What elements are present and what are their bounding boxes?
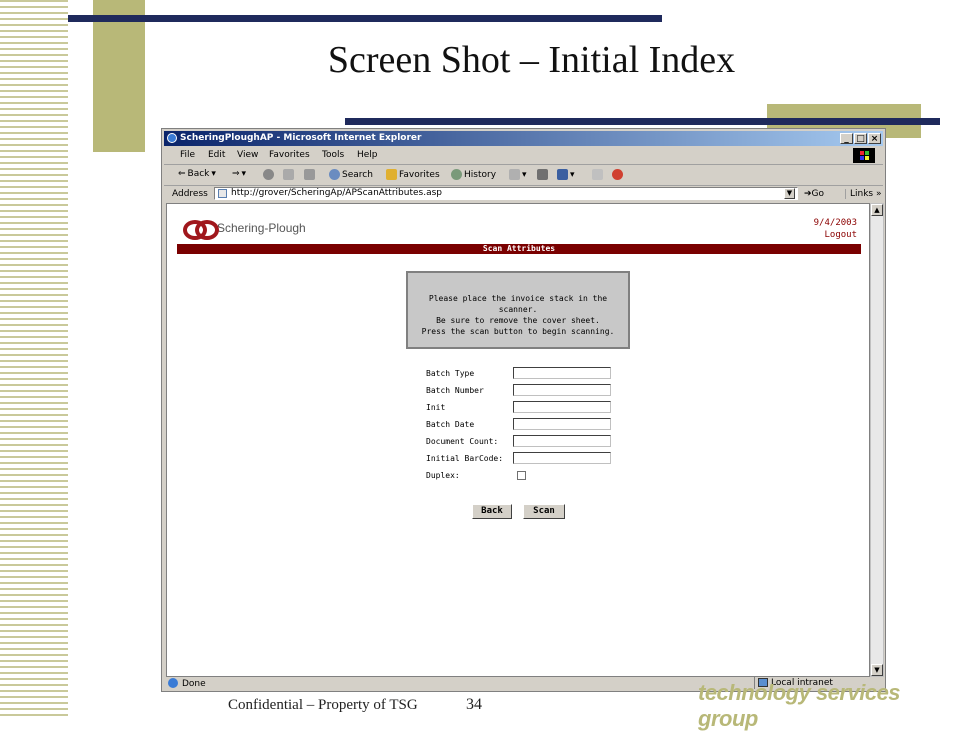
minimize-button[interactable]: _ <box>840 133 853 144</box>
section-header: Scan Attributes <box>177 244 861 254</box>
print-button[interactable] <box>537 169 548 180</box>
print-icon <box>537 169 548 180</box>
chevron-down-icon: ▾ <box>211 169 216 179</box>
home-icon <box>304 169 315 180</box>
messenger-icon <box>612 169 623 180</box>
chevron-down-icon: ▾ <box>522 169 527 180</box>
duplex-label: Duplex: <box>426 471 460 480</box>
batch-number-input[interactable] <box>513 384 611 396</box>
menu-edit[interactable]: Edit <box>208 150 225 160</box>
footer-confidential: Confidential – Property of TSG <box>228 697 418 713</box>
search-button[interactable]: Search <box>329 169 373 180</box>
links-button[interactable]: Links » <box>845 189 882 199</box>
back-button[interactable]: ⇐ Back ▾ <box>178 169 216 179</box>
go-arrow-icon: ➔ <box>804 189 812 199</box>
mail-icon <box>509 169 520 180</box>
favorites-button[interactable]: Favorites <box>386 169 440 180</box>
window-title: ScheringPloughAP - Microsoft Internet Ex… <box>180 133 422 143</box>
windows-flag-icon: ​​ ​​ <box>853 148 875 163</box>
back-arrow-icon: ⇐ <box>178 169 186 179</box>
chevron-right-icon: » <box>876 189 882 199</box>
slide-navy-bar <box>68 15 662 22</box>
current-date: 9/4/2003 <box>813 218 857 228</box>
chevron-down-icon: ▾ <box>570 169 575 180</box>
history-icon <box>451 169 462 180</box>
address-dropdown[interactable]: ▼ <box>784 188 795 199</box>
menu-tools[interactable]: Tools <box>322 150 344 160</box>
go-button[interactable]: ➔Go <box>804 189 824 199</box>
chevron-down-icon: ▾ <box>241 169 247 179</box>
status-text: Done <box>182 679 206 689</box>
init-label: Init <box>426 403 446 412</box>
slide-title: Screen Shot – Initial Index <box>327 39 736 81</box>
tsg-brand-logo: technology services group <box>698 680 901 731</box>
batch-type-input[interactable] <box>513 367 611 379</box>
batch-date-input[interactable] <box>513 418 611 430</box>
logo-text: Schering-Plough <box>217 221 306 235</box>
messenger-button[interactable] <box>612 169 623 180</box>
logo-mark-icon <box>183 218 219 240</box>
instruction-line: Be sure to remove the cover sheet. <box>436 316 600 325</box>
home-button[interactable] <box>304 169 315 180</box>
company-logo: Schering-Plough <box>183 218 306 240</box>
scan-button[interactable]: Scan <box>523 504 565 519</box>
refresh-button[interactable] <box>283 169 294 180</box>
back-form-button[interactable]: Back <box>472 504 512 519</box>
window-titlebar: ScheringPloughAP - Microsoft Internet Ex… <box>164 131 883 146</box>
discuss-button[interactable] <box>592 169 603 180</box>
address-bar: Address http://grover/ScheringAp/APScanA… <box>164 186 883 202</box>
page-content: Schering-Plough 9/4/2003 Logout Scan Att… <box>166 203 870 677</box>
document-count-label: Document Count: <box>426 437 499 446</box>
address-url: http://grover/ScheringAp/APScanAttribute… <box>231 188 442 198</box>
init-input[interactable] <box>513 401 611 413</box>
favorites-icon <box>386 169 397 180</box>
menu-file[interactable]: File <box>180 150 195 160</box>
initial-barcode-input[interactable] <box>513 452 611 464</box>
menu-bar: File Edit View Favorites Tools Help ​​ ​… <box>164 147 883 165</box>
duplex-checkbox[interactable] <box>517 471 526 480</box>
instruction-line: Please place the invoice stack in the sc… <box>428 294 608 314</box>
menu-favorites[interactable]: Favorites <box>269 150 310 160</box>
vertical-scrollbar[interactable]: ▲ ▼ <box>870 203 884 677</box>
close-button[interactable]: × <box>868 133 881 144</box>
refresh-icon <box>283 169 294 180</box>
forward-button[interactable]: ⇒ ▾ <box>232 169 246 179</box>
menu-help[interactable]: Help <box>357 150 378 160</box>
edit-button[interactable]: ▾ <box>557 169 575 180</box>
batch-number-label: Batch Number <box>426 386 484 395</box>
address-label: Address <box>172 189 208 199</box>
batch-date-label: Batch Date <box>426 420 475 429</box>
initial-barcode-label: Initial BarCode: <box>426 454 504 463</box>
instruction-box: Please place the invoice stack in the sc… <box>406 271 630 349</box>
slide-navy-bar-right <box>345 118 940 125</box>
instruction-line: Press the scan button to begin scanning. <box>421 327 615 336</box>
chevron-down-icon: ▼ <box>786 189 793 197</box>
scroll-up-icon[interactable]: ▲ <box>871 204 883 216</box>
page-done-icon <box>168 678 178 688</box>
page-number: 34 <box>466 696 482 713</box>
document-count-input[interactable] <box>513 435 611 447</box>
logout-link[interactable]: Logout <box>824 230 857 240</box>
discuss-icon <box>592 169 603 180</box>
batch-type-label: Batch Type <box>426 369 475 378</box>
history-button[interactable]: History <box>451 169 496 180</box>
toolbar: ⇐ Back ▾ ⇒ ▾ Search Favorites History ▾ … <box>164 165 883 186</box>
stop-icon <box>263 169 274 180</box>
ie-icon <box>167 133 177 143</box>
word-icon <box>557 169 568 180</box>
maximize-button[interactable]: □ <box>854 133 867 144</box>
address-input[interactable]: http://grover/ScheringAp/APScanAttribute… <box>214 187 798 200</box>
mail-button[interactable]: ▾ <box>509 169 527 180</box>
slide-stripes <box>0 0 68 720</box>
search-icon <box>329 169 340 180</box>
menu-view[interactable]: View <box>237 150 258 160</box>
browser-window: ScheringPloughAP - Microsoft Internet Ex… <box>161 128 886 692</box>
stop-button[interactable] <box>263 169 274 180</box>
scroll-down-icon[interactable]: ▼ <box>871 664 883 676</box>
page-icon <box>218 189 227 198</box>
